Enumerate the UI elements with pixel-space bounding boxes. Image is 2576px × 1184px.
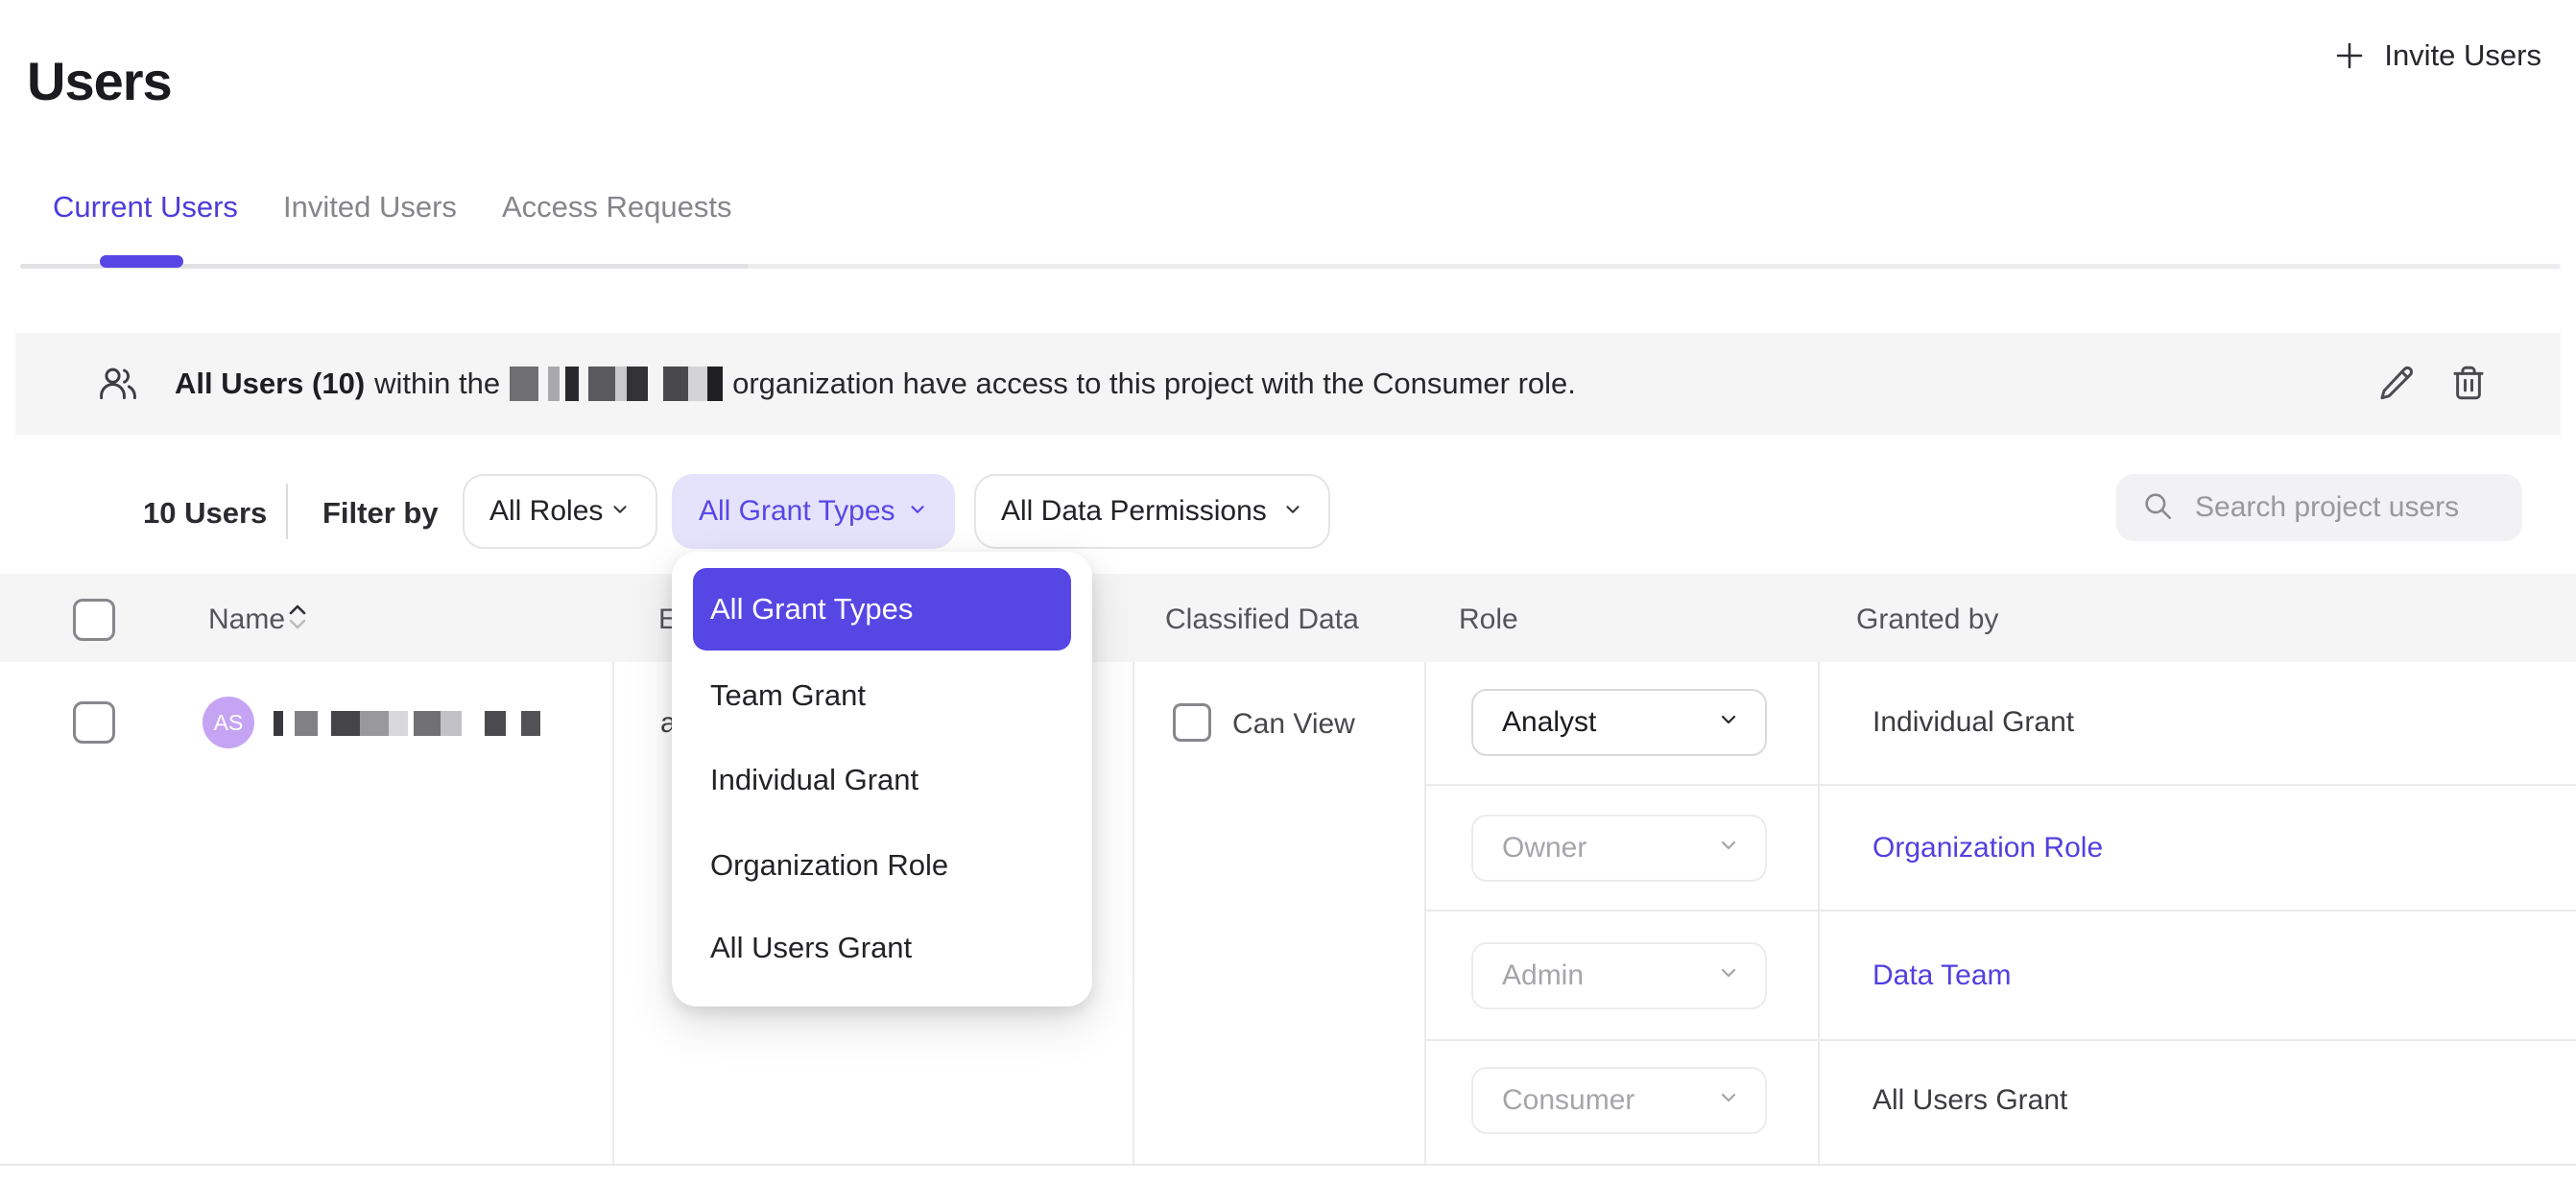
chevron-down-icon <box>1717 706 1740 739</box>
all-grant-types-filter[interactable]: All Grant Types <box>672 474 955 549</box>
chevron-down-icon <box>609 495 631 528</box>
page-title: Users <box>27 50 172 112</box>
edit-grant-button[interactable] <box>2374 361 2421 407</box>
all-data-permissions-filter[interactable]: All Data Permissions <box>974 474 1330 549</box>
granted-by-all-users-grant: All Users Grant <box>1872 1084 2067 1117</box>
grant-row-divider <box>1426 1039 2576 1041</box>
sort-icon[interactable] <box>288 604 307 630</box>
menu-item-all-grant-types[interactable]: All Grant Types <box>693 568 1071 651</box>
invite-users-button[interactable]: Invite Users <box>2332 29 2541 83</box>
chevron-down-icon <box>1717 832 1740 864</box>
can-view-label: Can View <box>1232 708 1355 741</box>
role-select-admin[interactable]: Admin <box>1471 942 1767 1009</box>
all-roles-filter[interactable]: All Roles <box>463 474 657 549</box>
role-select-analyst[interactable]: Analyst <box>1471 689 1767 756</box>
table-header: Name E Classified Data Role Granted by <box>0 574 2576 662</box>
role-value: Owner <box>1502 832 1586 864</box>
chevron-down-icon <box>1717 1084 1740 1117</box>
select-all-checkbox[interactable] <box>73 599 115 641</box>
banner-mid-text: within the <box>374 367 500 401</box>
menu-item-all-users-grant[interactable]: All Users Grant <box>710 927 912 969</box>
column-header-granted-by: Granted by <box>1856 604 1998 636</box>
can-view-checkbox[interactable] <box>1173 703 1211 742</box>
role-value: Admin <box>1502 959 1584 992</box>
redacted-user-name <box>274 711 540 736</box>
column-divider <box>1133 662 1134 1164</box>
filter-by-label: Filter by <box>322 496 439 531</box>
all-data-permissions-label: All Data Permissions <box>1001 495 1267 528</box>
chevron-down-icon <box>1282 495 1303 528</box>
banner-text: All Users (10) within the organization h… <box>175 333 1576 435</box>
search-project-users <box>2116 474 2522 541</box>
filter-divider <box>286 484 288 539</box>
tab-current-users[interactable]: Current Users <box>53 190 238 225</box>
role-select-consumer[interactable]: Consumer <box>1471 1067 1767 1134</box>
menu-item-organization-role[interactable]: Organization Role <box>710 844 948 887</box>
search-icon <box>2141 489 2174 527</box>
role-value: Consumer <box>1502 1084 1634 1117</box>
column-divider <box>1424 662 1426 1164</box>
redacted-org-name <box>510 367 723 401</box>
column-divider <box>612 662 614 1164</box>
column-divider <box>1818 662 1820 1164</box>
all-users-banner: All Users (10) within the organization h… <box>15 333 2561 435</box>
users-page: Users Invite Users Current Users Invited… <box>0 0 2576 1184</box>
granted-by-individual-grant: Individual Grant <box>1872 706 2074 739</box>
trash-icon <box>2448 363 2489 406</box>
tab-access-requests[interactable]: Access Requests <box>502 190 732 225</box>
role-value: Analyst <box>1502 706 1596 739</box>
delete-grant-button[interactable] <box>2445 361 2492 407</box>
banner-bold-text: All Users (10) <box>175 367 365 401</box>
granted-by-data-team-link[interactable]: Data Team <box>1872 959 2012 992</box>
all-roles-label: All Roles <box>489 495 603 528</box>
table-row-divider <box>0 1164 2576 1166</box>
chevron-down-icon <box>907 495 928 528</box>
chevron-down-icon <box>1717 959 1740 992</box>
plus-icon <box>2332 38 2367 73</box>
users-icon <box>96 363 140 410</box>
row-checkbox[interactable] <box>73 701 115 744</box>
invite-users-label: Invite Users <box>2384 38 2541 73</box>
menu-item-team-grant[interactable]: Team Grant <box>710 675 866 717</box>
tab-invited-users[interactable]: Invited Users <box>283 190 457 225</box>
active-tab-indicator <box>100 255 183 268</box>
grant-types-dropdown-menu: All Grant Types Team Grant Individual Gr… <box>672 552 1092 1006</box>
pencil-icon <box>2377 363 2418 406</box>
column-header-role: Role <box>1459 604 1518 636</box>
all-grant-types-label: All Grant Types <box>699 495 895 528</box>
user-count: 10 Users <box>143 496 267 531</box>
grant-row-divider <box>1426 784 2576 786</box>
role-select-owner[interactable]: Owner <box>1471 815 1767 882</box>
grant-row-divider <box>1426 910 2576 912</box>
search-input[interactable] <box>2195 491 2565 524</box>
banner-tail-text: organization have access to this project… <box>732 367 1576 401</box>
avatar: AS <box>203 697 254 748</box>
menu-item-individual-grant[interactable]: Individual Grant <box>710 759 918 801</box>
column-header-classified-data: Classified Data <box>1165 604 1359 636</box>
granted-by-organization-role-link[interactable]: Organization Role <box>1872 832 2103 864</box>
column-header-name[interactable]: Name <box>208 604 285 636</box>
